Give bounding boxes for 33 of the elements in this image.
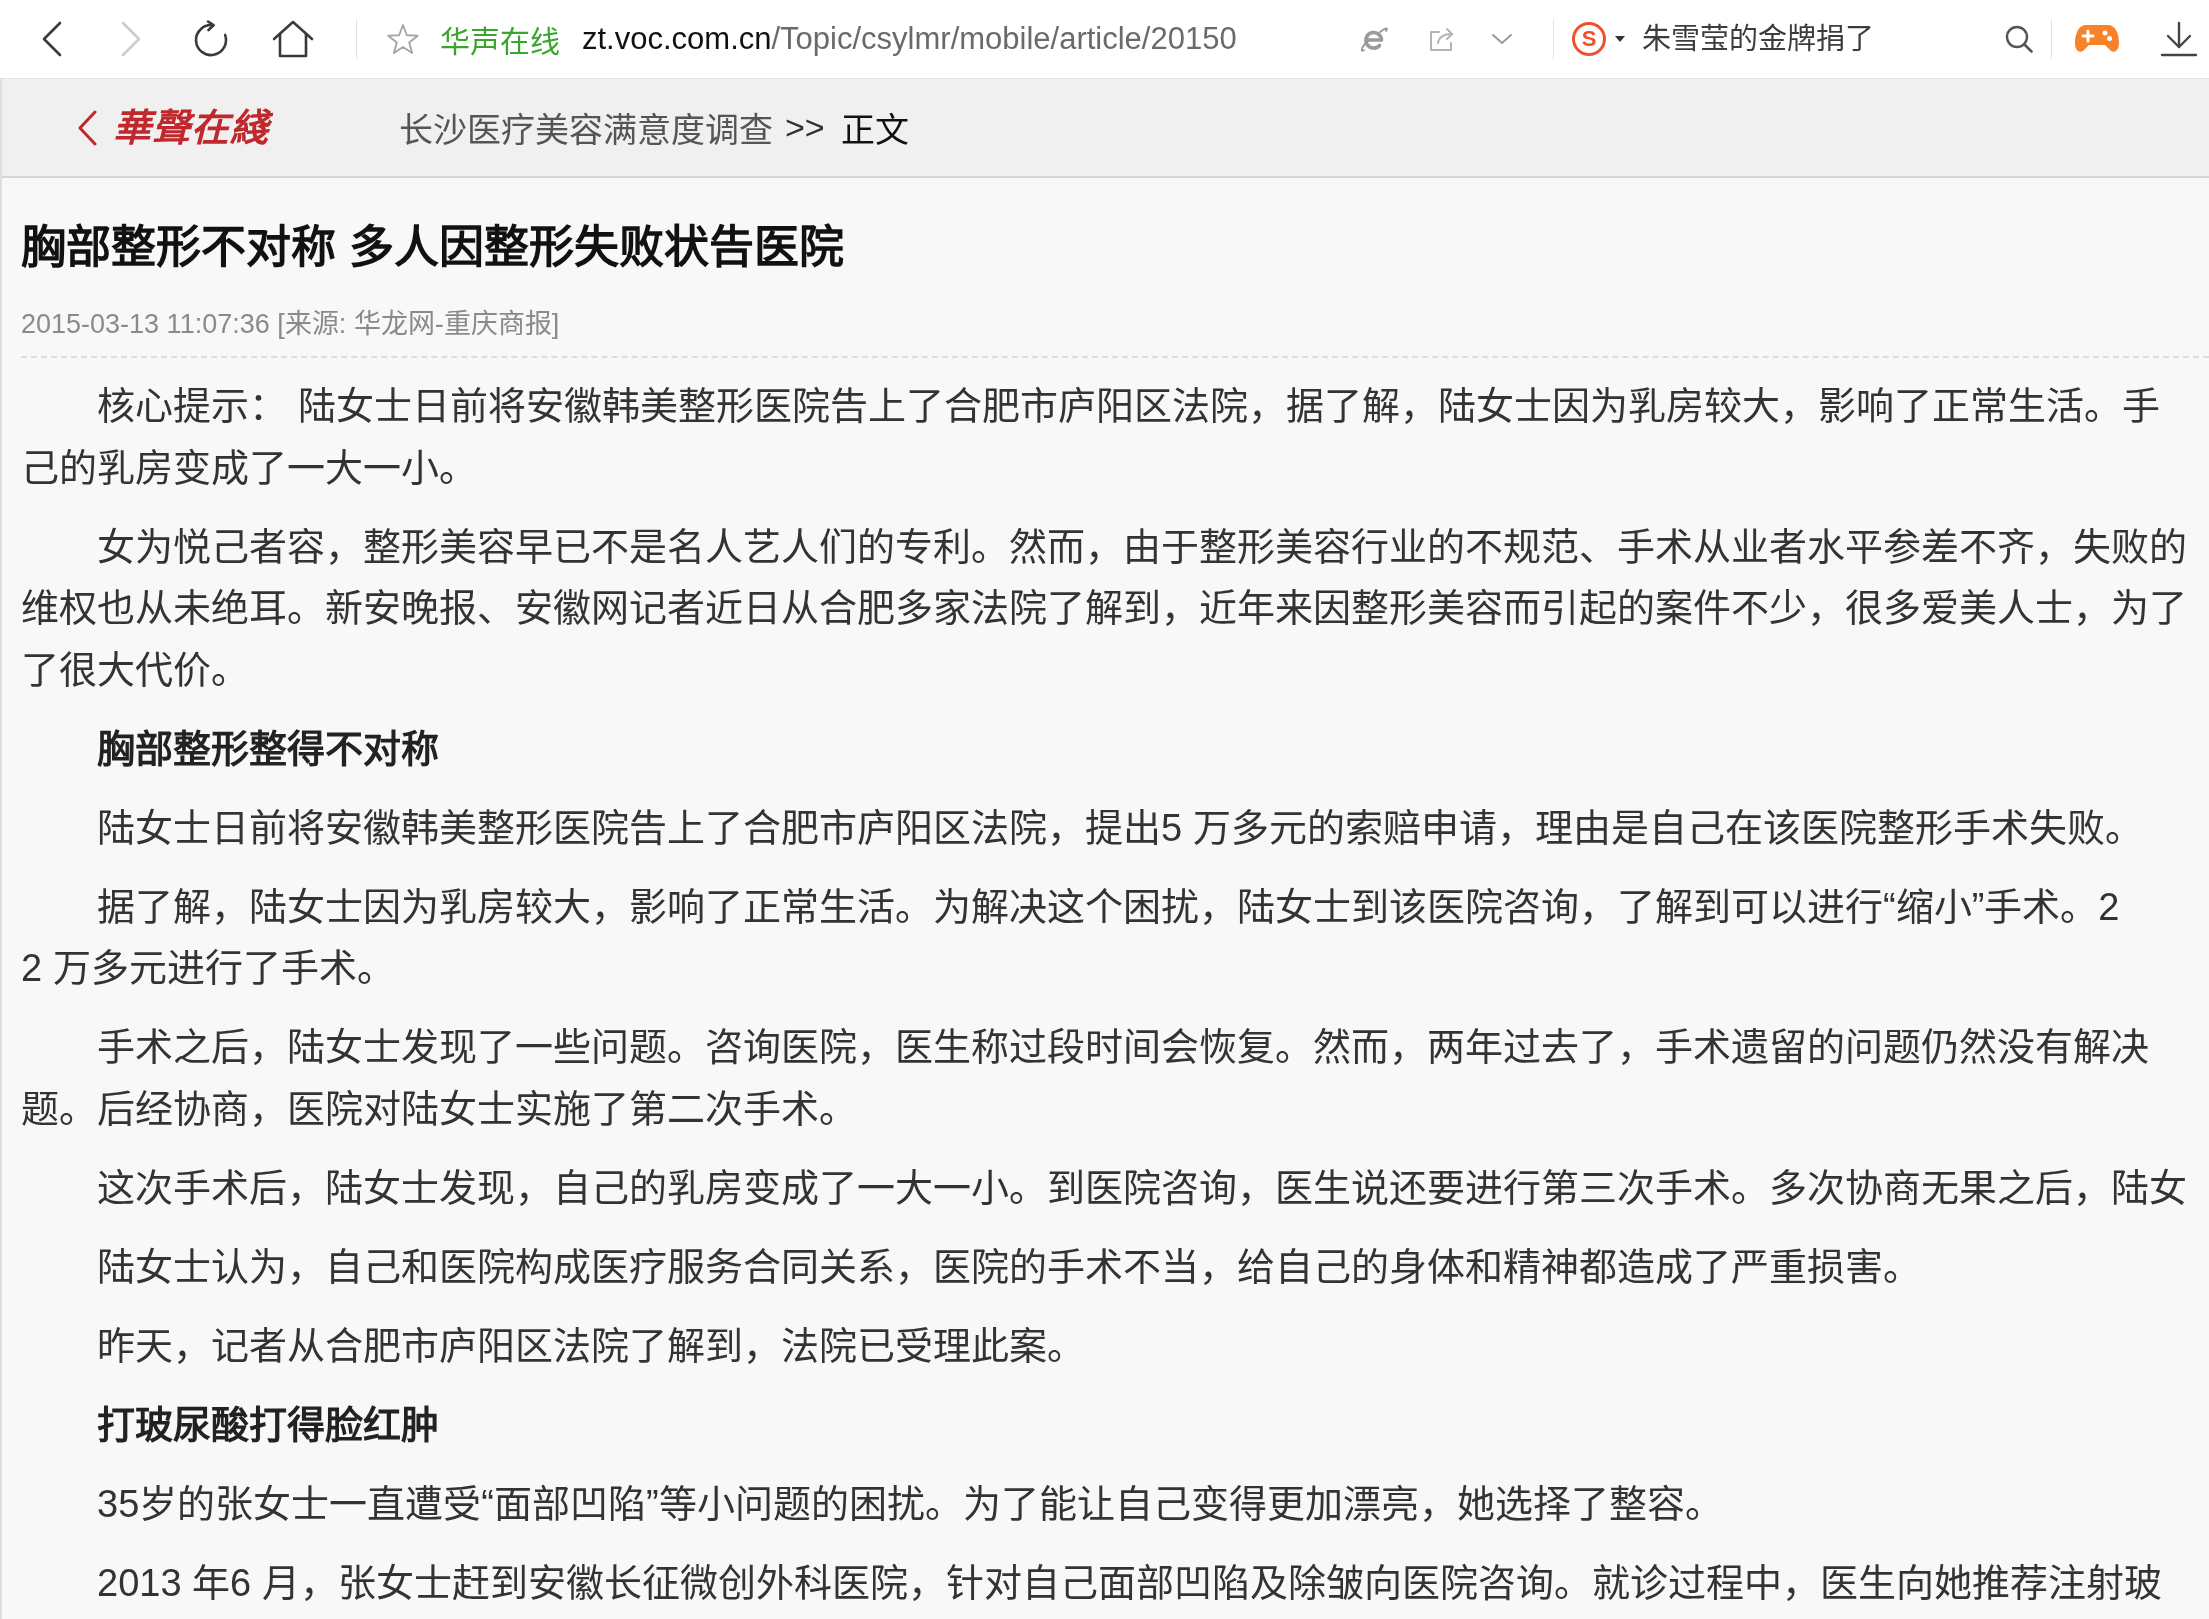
caret-icon[interactable] [1615,36,1625,42]
site-name-label: 华声在线 [440,24,560,60]
search-field[interactable]: 朱雪莹的金牌捐了 [1642,19,1992,59]
bookmark-star-icon[interactable] [386,22,420,56]
gamepad-icon[interactable] [2074,23,2120,55]
article-paragraph: 陆女士认为，自己和医院构成医疗服务合同关系，医院的手术不当，给自己的身体和精神都造成了严重损害。 [97,1244,1921,1290]
article-meta: 2015-03-13 11:07:36 [来源: 华龙网-重庆商报] [21,308,560,341]
article-paragraph: 2013 年6 月，张女士赶到安徽长征微创外科医院，针对自己面部凹陷及除皱向医院咨询。就诊过程中，医生向她推荐注射玻 [97,1560,2162,1606]
breadcrumb-separator: >> [785,108,825,147]
section-heading: 胸部整形整得不对称 [97,726,439,772]
article-paragraph: 据了解，陆女士因为乳房较大，影响了正常生活。为解决这个困扰，陆女士到该医院咨询，了解到可以进行“缩小”手术。2 2 万多元进行了手术。 [21,884,2120,991]
search-engine-logo[interactable]: S [1572,22,1606,56]
section-heading: 打玻尿酸打得脸红肿 [97,1402,439,1448]
back-icon[interactable] [77,109,97,146]
article-paragraph: 这次手术后，陆女士发现，自己的乳房变成了一大一小。到医院咨询，医生说还要进行第三次手术。多次协商无果之后，陆女 [97,1165,2187,1211]
article-paragraph: 35岁的张女士一直遭受“面部凹陷”等小问题的困扰。为了能让自己变得更加漂亮，她选择了整容。 [97,1481,1723,1527]
article-paragraph: 昨天，记者从合肥市庐阳区法院了解到，法院已受理此案。 [97,1323,1085,1369]
search-icon[interactable] [2005,25,2033,53]
article-paragraph: 女为悦己者容，整形美容早已不是名人艺人们的专利。然而，由于整形美容行业的不规范、手术从业者水平参差不齐，失败的 维权也从未绝耳。新安晚报、安徽网记者近日从合肥多家法院了解到，近年来因整形美容而引起的案件不少，很多爱美人士，为了 了很大代价。 [21,524,2187,693]
current-page-label: 正文 [840,110,909,151]
back-icon[interactable] [41,21,63,57]
download-icon[interactable] [2160,21,2198,57]
article-paragraph: 手术之后，陆女士发现了一些问题。咨询医院，医生称过段时间会恢复。然而，两年过去了，手术遗留的问题仍然没有解决 题。后经协商，医院对陆女士实施了第二次手术。 [21,1025,2149,1132]
article-paragraph: 核心提示： 陆女士日前将安徽韩美整形医院告上了合肥市庐阳区法院，据了解，陆女士因为乳房较大，影响了正常生活。手 己的乳房变成了一大一小。 [21,384,2160,491]
site-logo: 華聲在綫 [109,99,279,156]
breadcrumb-link[interactable]: 长沙医疗美容满意度调查 [399,103,773,152]
chevron-down-icon[interactable] [1491,33,1513,45]
home-icon[interactable] [272,20,314,58]
refresh-icon[interactable] [192,20,230,58]
article-paragraph: 陆女士日前将安徽韩美整形医院告上了合肥市庐阳区法院，提出5 万多元的索赔申请，理由是自己在该医院整形手术失败。 [97,805,2143,851]
e-logo-icon[interactable] [1359,25,1389,53]
article-title: 胸部整形不对称 多人因整形失败状告医院 [21,221,844,275]
url-field[interactable]: zt.voc.com.cn/Topic/csylmr/mobile/article/20150 [582,21,1237,56]
